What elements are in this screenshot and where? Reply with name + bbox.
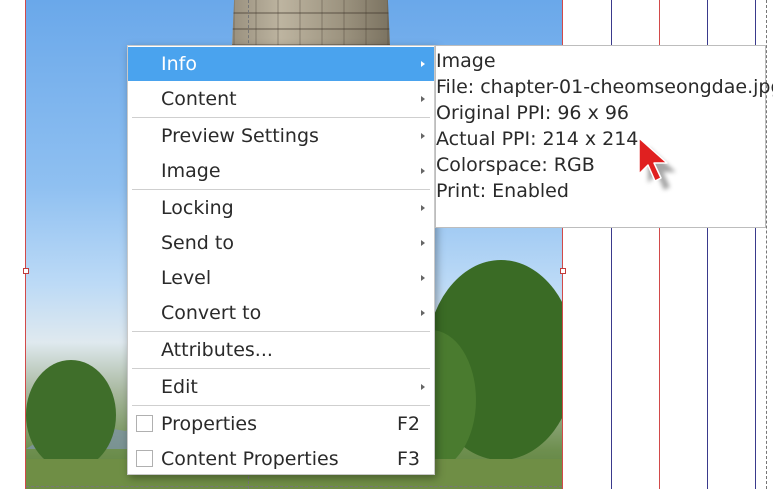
submenu-arrow-icon [421,310,425,316]
submenu-arrow-icon [421,275,425,281]
submenu-arrow-icon [421,61,425,67]
menu-item-content-properties[interactable]: Content Properties F3 [128,442,434,476]
info-submenu: Image File: chapter-01-cheomseongdae.jpg… [435,45,773,228]
menu-item-edit[interactable]: Edit [128,370,434,404]
menu-item-label: Edit [161,376,198,398]
photo-tree [26,360,116,470]
menu-separator [132,405,430,406]
frame-resize-handle[interactable] [23,268,29,274]
submenu-arrow-icon [421,168,425,174]
submenu-arrow-icon [421,384,425,390]
content-properties-checkbox[interactable] [136,450,153,467]
menu-item-label: Content Properties [161,448,339,470]
menu-item-properties[interactable]: Properties F2 [128,407,434,441]
menu-item-level[interactable]: Level [128,261,434,295]
info-print: Print: Enabled [436,180,569,202]
menu-item-label: Convert to [161,302,262,324]
menu-separator [132,189,430,190]
menu-item-send-to[interactable]: Send to [128,226,434,260]
menu-item-locking[interactable]: Locking [128,191,434,225]
frame-bottom-guide [26,486,562,487]
menu-item-label: Info [161,53,197,75]
submenu-arrow-icon [421,96,425,102]
menu-item-convert-to[interactable]: Convert to [128,296,434,330]
info-original-ppi: Original PPI: 96 x 96 [436,102,630,124]
properties-checkbox[interactable] [136,415,153,432]
menu-item-label: Attributes... [161,339,273,361]
menu-item-content[interactable]: Content [128,82,434,116]
menu-separator [132,117,430,118]
menu-item-label: Preview Settings [161,125,319,147]
info-actual-ppi: Actual PPI: 214 x 214 [436,128,639,150]
info-file: File: chapter-01-cheomseongdae.jpg [436,76,773,98]
menu-item-preview-settings[interactable]: Preview Settings [128,119,434,153]
menu-item-label: Properties [161,413,258,435]
menu-item-attributes[interactable]: Attributes... [128,333,434,367]
menu-item-shortcut: F2 [396,413,420,435]
mouse-pointer-icon [638,137,676,190]
info-heading: Image [436,50,496,72]
menu-item-label: Locking [161,197,234,219]
menu-item-label: Content [161,88,237,110]
info-colorspace: Colorspace: RGB [436,154,595,176]
menu-item-image[interactable]: Image [128,154,434,188]
menu-item-info[interactable]: Info [128,47,434,81]
menu-item-shortcut: F3 [396,448,420,470]
submenu-arrow-icon [421,205,425,211]
context-menu: Info Content Preview Settings Image Lock… [127,45,435,475]
submenu-arrow-icon [421,133,425,139]
menu-item-label: Level [161,267,212,289]
menu-separator [132,368,430,369]
menu-item-label: Send to [161,232,234,254]
menu-item-label: Image [161,160,221,182]
submenu-arrow-icon [421,240,425,246]
menu-separator [132,331,430,332]
frame-resize-handle[interactable] [560,268,566,274]
